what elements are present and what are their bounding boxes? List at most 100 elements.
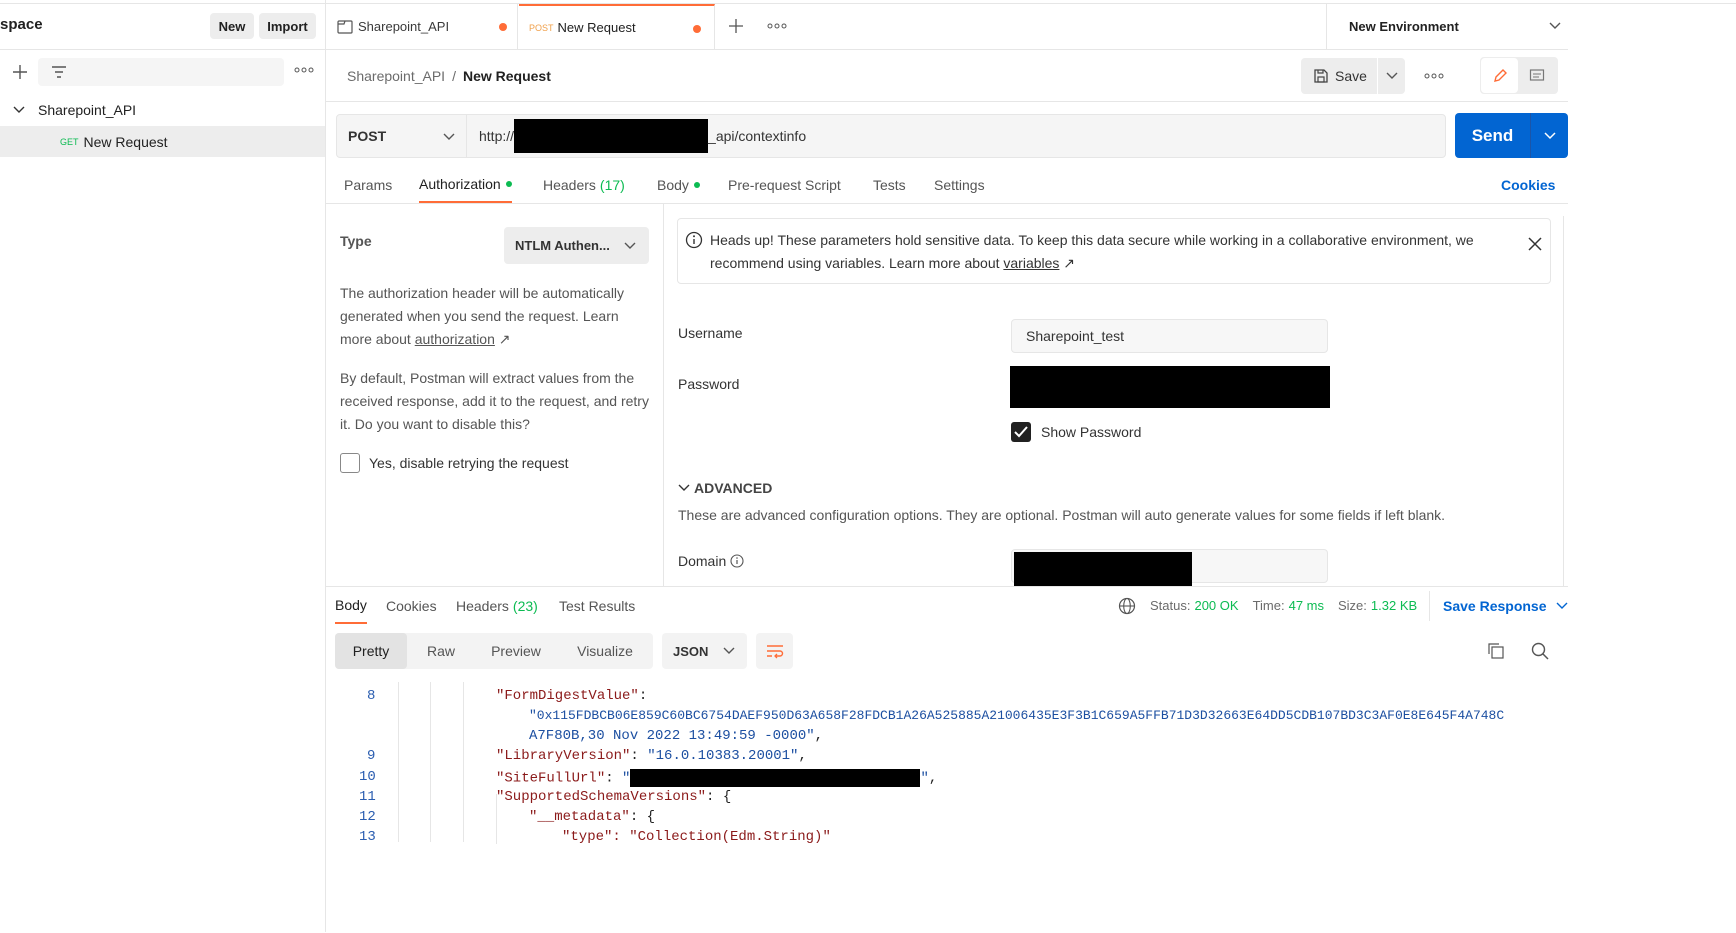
request-more-icon[interactable] [1424,72,1444,80]
environment-selector[interactable]: New Environment [1326,4,1568,50]
collection-icon [337,19,353,35]
json-key: "__metadata" [529,809,630,825]
request-item[interactable]: GET New Request [0,126,325,157]
tab-sharepoint-api[interactable]: Sharepoint_API [326,4,518,49]
type-label: Type [340,233,372,249]
tab-prerequest[interactable]: Pre-request Script [728,177,841,193]
show-password-label: Show Password [1041,424,1142,440]
view-raw[interactable]: Raw [407,633,475,669]
tabs-more-icon[interactable] [767,22,787,30]
url-suffix: _api/contextinfo [708,128,807,144]
filter-input[interactable] [38,58,284,86]
password-field[interactable] [1010,366,1330,408]
info-icon[interactable] [730,554,744,568]
format-value: JSON [673,643,709,659]
new-button[interactable]: New [210,13,254,39]
save-response-label: Save Response [1443,598,1547,614]
format-select[interactable]: JSON [662,633,747,669]
save-button-group: Save [1301,58,1405,94]
show-password-row[interactable]: Show Password [1011,422,1141,442]
redacted-url [630,769,921,787]
auth-type-select[interactable]: NTLM Authen... [504,227,649,264]
json-value: "16.0.10383.20001" [647,748,799,764]
variables-link[interactable]: variables [1003,255,1059,271]
response-tab-cookies[interactable]: Cookies [386,598,437,614]
save-button[interactable]: Save [1301,58,1377,94]
username-field[interactable]: Sharepoint_test [1011,319,1328,353]
status-value[interactable]: 200 OK [1194,598,1238,613]
retry-label: Yes, disable retrying the request [369,455,569,471]
breadcrumb-collection[interactable]: Sharepoint_API [347,68,445,84]
tab-tests[interactable]: Tests [873,177,906,193]
external-link-icon: ↗ [494,331,511,347]
authorization-link[interactable]: authorization [415,331,495,347]
new-tab-plus-icon[interactable] [727,17,745,35]
retry-checkbox-row[interactable]: Yes, disable retrying the request [340,453,569,473]
filter-icon[interactable] [51,65,67,79]
tab-authorization[interactable]: Authorization [419,166,512,203]
code-line: "SiteFullUrl": " ", [496,769,938,787]
auth-description: The authorization header will be automat… [340,282,646,351]
comment-icon [1529,68,1545,81]
size-label: Size: [1338,598,1367,613]
response-tab-tests[interactable]: Test Results [559,598,635,614]
sensitive-data-notice: Heads up! These parameters hold sensitiv… [677,218,1551,284]
tab-label: Sharepoint_API [358,19,450,34]
save-response-button[interactable]: Save Response [1443,598,1568,614]
response-body-editor[interactable]: 8 "FormDigestValue": "0x115FDBCB06E859C6… [326,682,1558,933]
chevron-down-icon [1556,602,1567,609]
tab-headers[interactable]: Headers (17) [543,177,625,193]
advanced-toggle[interactable]: ADVANCED [678,480,772,496]
size-value[interactable]: 1.32 KB [1371,598,1417,613]
tab-new-request[interactable]: POST New Request [519,4,715,49]
divider [1429,591,1430,621]
tab-headers-label: Headers [543,177,596,193]
response-tab-body-label: Body [335,596,367,613]
method-value: POST [348,128,387,144]
tab-body[interactable]: Body [657,177,700,193]
json-value: A7F80B,30 Nov 2022 13:49:59 -0000" [529,728,815,744]
plus-icon[interactable] [10,62,30,82]
method-select[interactable]: POST [337,115,467,157]
breadcrumb-request: New Request [462,67,551,84]
copy-icon[interactable] [1487,642,1505,660]
collection-item[interactable]: Sharepoint_API [0,96,326,124]
chevron-down-icon[interactable] [13,106,25,114]
domain-field[interactable] [1011,549,1328,586]
time-label: Time: [1252,598,1285,613]
line-number: 9 [367,748,376,764]
send-button[interactable]: Send [1455,113,1530,158]
code-line: "__metadata": { [529,809,656,825]
view-preview[interactable]: Preview [475,633,557,669]
time-value[interactable]: 47 ms [1289,598,1324,613]
save-label: Save [1335,68,1367,84]
unsaved-dot [693,25,701,33]
view-pretty[interactable]: Pretty [335,633,407,669]
globe-icon[interactable] [1118,597,1136,615]
chevron-down-icon [1543,131,1556,139]
import-button[interactable]: Import [259,13,316,39]
comments-button[interactable] [1518,58,1556,93]
view-visualize[interactable]: Visualize [557,633,653,669]
send-dropdown[interactable] [1530,113,1568,158]
line-number: 13 [359,829,376,845]
active-dot [693,182,700,188]
edit-mode-button[interactable] [1481,58,1518,93]
environment-label: New Environment [1349,19,1459,34]
scrollbar[interactable] [1563,216,1567,586]
response-tab-body[interactable]: Body [335,587,367,624]
close-icon[interactable] [1528,237,1542,251]
tab-params[interactable]: Params [344,177,392,193]
more-options-icon[interactable] [294,66,314,74]
save-dropdown[interactable] [1377,58,1405,94]
tab-settings[interactable]: Settings [934,177,985,193]
wrap-lines-button[interactable] [756,633,793,669]
response-tab-headers[interactable]: Headers (23) [456,598,538,614]
retry-checkbox[interactable] [340,453,360,473]
show-password-checkbox[interactable] [1011,422,1031,442]
search-icon[interactable] [1531,642,1549,660]
line-number: 12 [359,809,376,825]
url-input[interactable]: http:// _api/contextinfo [467,115,1445,157]
code-line: A7F80B,30 Nov 2022 13:49:59 -0000", [529,728,824,744]
cookies-link[interactable]: Cookies [1501,177,1555,193]
